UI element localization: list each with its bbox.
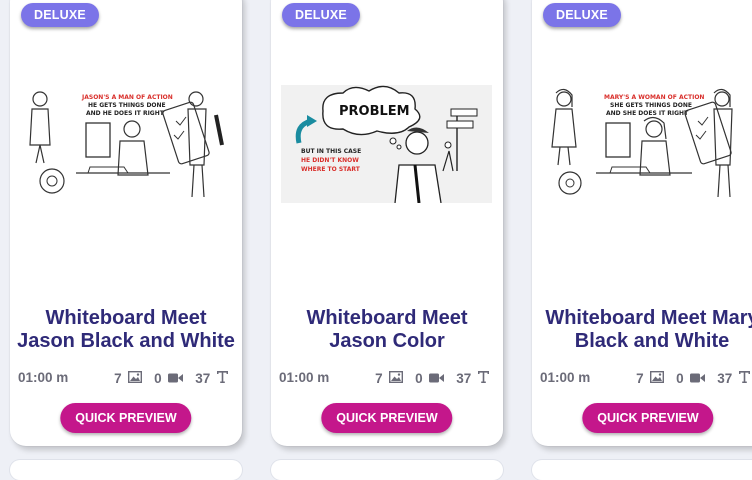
deluxe-badge: DELUXE	[543, 3, 621, 27]
template-title[interactable]: Whiteboard Meet Jason Black and White	[10, 307, 242, 353]
title-line: Black and White	[574, 330, 730, 352]
template-card[interactable]: DELUXE MARY'S A WOMAN OF ACTION SHE GETS…	[532, 0, 752, 446]
title-line: Jason Color	[329, 330, 445, 352]
template-card-next-row[interactable]	[271, 460, 503, 480]
image-count: 7	[375, 370, 383, 386]
template-thumbnail[interactable]: PROBLEM BUT IN THIS CASE HE DIDN'T KNOW …	[281, 85, 492, 203]
image-icon	[650, 370, 665, 386]
thumb-caption: BUT IN THIS CASE	[301, 148, 361, 155]
whiteboard-illustration: PROBLEM BUT IN THIS CASE HE DIDN'T KNOW …	[281, 85, 492, 203]
duration: 01:00 m	[279, 370, 330, 385]
template-card-next-row[interactable]	[532, 460, 752, 480]
video-camera-icon	[429, 371, 445, 386]
thumb-bubble: PROBLEM	[339, 104, 410, 119]
text-count: 37	[195, 370, 211, 386]
template-title[interactable]: Whiteboard Meet Jason Color	[271, 307, 503, 353]
template-thumbnail[interactable]: MARY'S A WOMAN OF ACTION SHE GETS THINGS…	[542, 85, 752, 203]
template-title[interactable]: Whiteboard Meet Mary Black and White	[532, 307, 752, 353]
thumb-caption: WHERE TO START	[301, 166, 361, 173]
title-line: Whiteboard Meet	[306, 307, 468, 329]
whiteboard-illustration: JASON'S A MAN OF ACTION HE GETS THINGS D…	[20, 85, 231, 203]
quick-preview-button[interactable]: QUICK PREVIEW	[582, 403, 714, 433]
image-icon	[128, 370, 143, 386]
text-count: 37	[717, 370, 733, 386]
whiteboard-illustration: MARY'S A WOMAN OF ACTION SHE GETS THINGS…	[542, 85, 752, 203]
text-count: 37	[456, 370, 472, 386]
image-icon	[389, 370, 404, 386]
duration: 01:00 m	[18, 370, 69, 385]
image-count: 7	[114, 370, 122, 386]
thumb-caption: HE GETS THINGS DONE	[88, 102, 166, 109]
deluxe-badge: DELUXE	[282, 3, 360, 27]
stats: 7 0 37	[114, 370, 228, 386]
template-card-next-row[interactable]	[10, 460, 242, 480]
template-card[interactable]: DELUXE PROBLEM BUT IN THIS CASE HE DIDN'…	[271, 0, 503, 446]
thumb-caption: AND HE DOES IT RIGHT	[86, 110, 165, 117]
title-line: Jason Black and White	[17, 330, 235, 352]
title-line: Whiteboard Meet Mary	[545, 307, 752, 329]
thumb-caption: HE DIDN'T KNOW	[301, 157, 359, 164]
video-count: 0	[676, 370, 684, 386]
thumb-caption: AND SHE DOES IT RIGHT	[606, 110, 689, 117]
stats: 7 0 37	[636, 370, 750, 386]
thumb-caption: MARY'S A WOMAN OF ACTION	[604, 94, 704, 101]
deluxe-badge: DELUXE	[21, 3, 99, 27]
duration: 01:00 m	[540, 370, 591, 385]
quick-preview-button[interactable]: QUICK PREVIEW	[60, 403, 192, 433]
image-count: 7	[636, 370, 644, 386]
thumb-caption: JASON'S A MAN OF ACTION	[81, 94, 173, 101]
template-card[interactable]: DELUXE JASON'S A MAN OF ACTION HE GETS T…	[10, 0, 242, 446]
video-camera-icon	[168, 371, 184, 386]
stats: 7 0 37	[375, 370, 489, 386]
title-line: Whiteboard Meet	[45, 307, 207, 329]
template-thumbnail[interactable]: JASON'S A MAN OF ACTION HE GETS THINGS D…	[20, 85, 231, 203]
text-icon	[217, 370, 228, 386]
text-icon	[478, 370, 489, 386]
thumb-caption: SHE GETS THINGS DONE	[610, 102, 692, 109]
video-camera-icon	[690, 371, 706, 386]
video-count: 0	[415, 370, 423, 386]
quick-preview-button[interactable]: QUICK PREVIEW	[321, 403, 453, 433]
video-count: 0	[154, 370, 162, 386]
text-icon	[739, 370, 750, 386]
